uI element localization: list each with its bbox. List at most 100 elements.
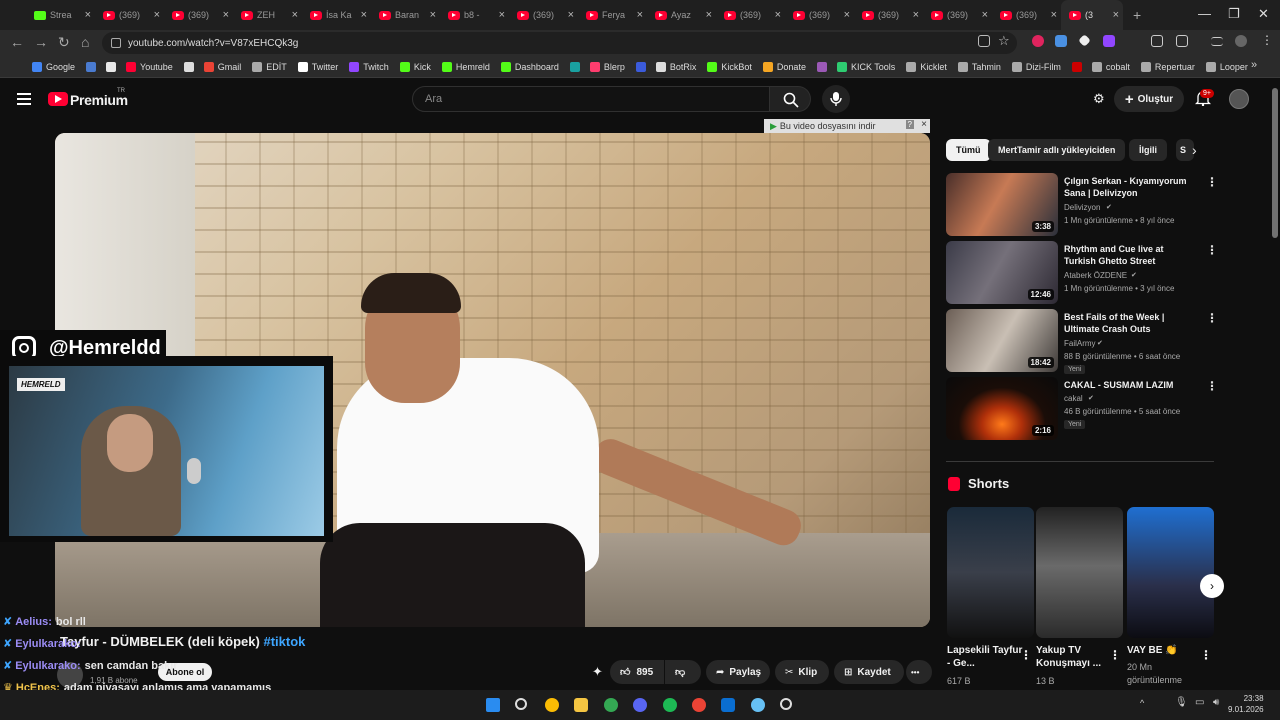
windows-start-icon[interactable] — [486, 698, 500, 712]
recommendation-item[interactable]: 12:46 Rhythm and Cue live at Turkish Ghet… — [946, 241, 1218, 307]
recommendation-item[interactable]: 18:42 Best Fails of the Week | Ultimate C… — [946, 309, 1218, 375]
site-info-icon[interactable] — [111, 38, 121, 48]
search-input[interactable]: Ara — [412, 86, 770, 112]
close-icon[interactable]: × — [430, 9, 436, 21]
minimize-icon[interactable]: — — [1198, 6, 1211, 21]
close-icon[interactable]: × — [982, 9, 988, 21]
close-icon[interactable]: × — [921, 119, 927, 130]
video-thumbnail[interactable]: 2:16 — [946, 377, 1058, 440]
channel-name[interactable]: FailArmy — [1064, 339, 1096, 348]
bookmark-item[interactable]: Kick — [399, 61, 431, 72]
create-button[interactable]: + Oluştur — [1114, 86, 1184, 112]
more-options-icon[interactable]: ⋮ — [1020, 648, 1032, 662]
taskbar-clock[interactable]: 23:38 9.01.2026 — [1228, 693, 1264, 715]
extension-icon[interactable] — [1032, 35, 1044, 47]
address-bar[interactable]: youtube.com/watch?v=V87xEHCQk3g — [102, 32, 1017, 54]
maximize-icon[interactable]: ❐ — [1228, 6, 1240, 22]
extensions-icon[interactable] — [1176, 35, 1188, 47]
channel-name[interactable]: cakal — [1064, 394, 1083, 403]
more-options-icon[interactable]: ⋮ — [1206, 175, 1218, 189]
shorts-next-button[interactable]: › — [1200, 574, 1224, 598]
recommendation-title[interactable]: CAKAL - SUSMAM LAZIM — [1064, 379, 1196, 391]
back-icon[interactable]: ← — [10, 34, 24, 50]
browser-tab[interactable]: (369) × — [95, 0, 164, 30]
menu-icon[interactable]: ⋮ — [1261, 33, 1273, 47]
bookmark-item[interactable]: Twitter — [297, 61, 338, 72]
file-explorer-icon[interactable] — [574, 698, 588, 712]
browser-tab[interactable]: b8 - × — [440, 0, 509, 30]
avatar[interactable] — [1229, 89, 1249, 109]
bookmark-item[interactable] — [86, 61, 100, 72]
download-video-bar[interactable]: ▶ Bu video dosyasını indir ? × — [764, 119, 930, 133]
steam-icon[interactable] — [751, 698, 765, 712]
filter-chip[interactable]: İlgili — [1129, 139, 1167, 161]
close-icon[interactable]: × — [85, 9, 91, 21]
microphone-icon[interactable]: 🎙︎ — [1175, 697, 1188, 708]
bookmark-item[interactable] — [1071, 61, 1086, 72]
bookmark-item[interactable]: Twitch — [349, 61, 389, 72]
close-icon[interactable]: × — [292, 9, 298, 21]
close-icon[interactable]: × — [223, 9, 229, 21]
profile-icon[interactable] — [1235, 35, 1247, 47]
chrome-icon[interactable] — [692, 698, 706, 712]
close-icon[interactable]: × — [1113, 9, 1119, 21]
more-options-icon[interactable]: ⋮ — [1206, 379, 1218, 393]
close-icon[interactable]: × — [844, 9, 850, 21]
bookmark-item[interactable] — [816, 61, 831, 72]
bookmark-item[interactable] — [635, 61, 650, 72]
video-thumbnail[interactable]: 18:42 — [946, 309, 1058, 372]
help-icon[interactable]: ? — [905, 120, 914, 129]
bookmark-item[interactable]: Youtube — [126, 61, 173, 72]
bookmark-item[interactable]: Dashboard — [500, 61, 559, 72]
new-tab-button[interactable]: + — [1133, 7, 1141, 23]
recommendation-item[interactable]: 3:38 Çılgın Serkan - Kıyamıyorum Sana | D… — [946, 173, 1218, 239]
premium-gift-icon[interactable]: ✦ — [592, 664, 603, 680]
recommendation-title[interactable]: Best Fails of the Week | Ultimate Crash … — [1064, 311, 1196, 335]
hamburger-menu-icon[interactable] — [17, 93, 31, 105]
clip-button[interactable]: ✂ Klip — [775, 660, 829, 684]
bookmark-item[interactable]: KICK Tools — [836, 61, 895, 72]
close-icon[interactable]: × — [775, 9, 781, 21]
more-options-icon[interactable]: ⋮ — [1206, 311, 1218, 325]
browser-tab[interactable]: (369) × — [992, 0, 1061, 30]
channel-name[interactable]: Ataberk ÖZDENE — [1064, 271, 1127, 280]
browser-tab[interactable]: (369) × — [164, 0, 233, 30]
filter-chip[interactable]: Tümü — [946, 139, 991, 161]
filter-chip[interactable]: MertTamir adlı yükleyiciden — [988, 139, 1126, 161]
reload-icon[interactable]: ↻ — [58, 34, 70, 51]
chrome-icon[interactable] — [604, 698, 618, 712]
close-icon[interactable]: × — [1051, 9, 1057, 21]
close-icon[interactable]: × — [913, 9, 919, 21]
bookmark-item[interactable]: Dizi-Film — [1011, 61, 1061, 72]
bookmark-item[interactable]: cobalt — [1091, 61, 1130, 72]
bookmark-item[interactable]: Donate — [762, 61, 806, 72]
discord-icon[interactable] — [633, 698, 647, 712]
short-title[interactable]: Yakup TV Konuşmayı ... — [1036, 644, 1116, 670]
video-thumbnail[interactable]: 12:46 — [946, 241, 1058, 304]
page-scrollbar[interactable] — [1272, 88, 1278, 238]
short-title[interactable]: Lapsekili Tayfur - Ge... — [947, 644, 1027, 670]
bookmark-star-icon[interactable]: ☆ — [998, 33, 1010, 49]
close-icon[interactable]: × — [499, 9, 505, 21]
bookmark-item[interactable]: Gmail — [203, 61, 241, 72]
dislike-button[interactable]: 👎︎ — [665, 660, 701, 684]
like-button[interactable]: 👍︎ 895 — [610, 660, 664, 684]
browser-tab[interactable]: Baran × — [371, 0, 440, 30]
bookmark-item[interactable]: BotRix — [655, 61, 696, 72]
close-icon[interactable]: × — [637, 9, 643, 21]
app-icon[interactable] — [721, 698, 735, 712]
bookmark-item[interactable]: KickBot — [707, 61, 752, 72]
bookmark-item[interactable]: Looper — [1205, 61, 1248, 72]
premium-gift-icon[interactable]: ⚙ — [1093, 91, 1105, 107]
close-icon[interactable]: × — [706, 9, 712, 21]
recommendation-title[interactable]: Rhythm and Cue live at Turkish Ghetto St… — [1064, 243, 1196, 267]
volume-icon[interactable]: 🔊︎ — [1213, 697, 1219, 708]
tab-search-icon[interactable] — [1151, 35, 1163, 47]
browser-tab[interactable]: (369) × — [716, 0, 785, 30]
video-thumbnail[interactable]: 3:38 — [946, 173, 1058, 236]
close-icon[interactable]: × — [361, 9, 367, 21]
bookmark-item[interactable]: Repertuar — [1140, 61, 1195, 72]
close-icon[interactable]: × — [154, 9, 160, 21]
recommendation-item[interactable]: 2:16 CAKAL - SUSMAM LAZIM cakal ✔ 46 B görü… — [946, 377, 1218, 443]
obs-icon[interactable] — [780, 698, 792, 710]
